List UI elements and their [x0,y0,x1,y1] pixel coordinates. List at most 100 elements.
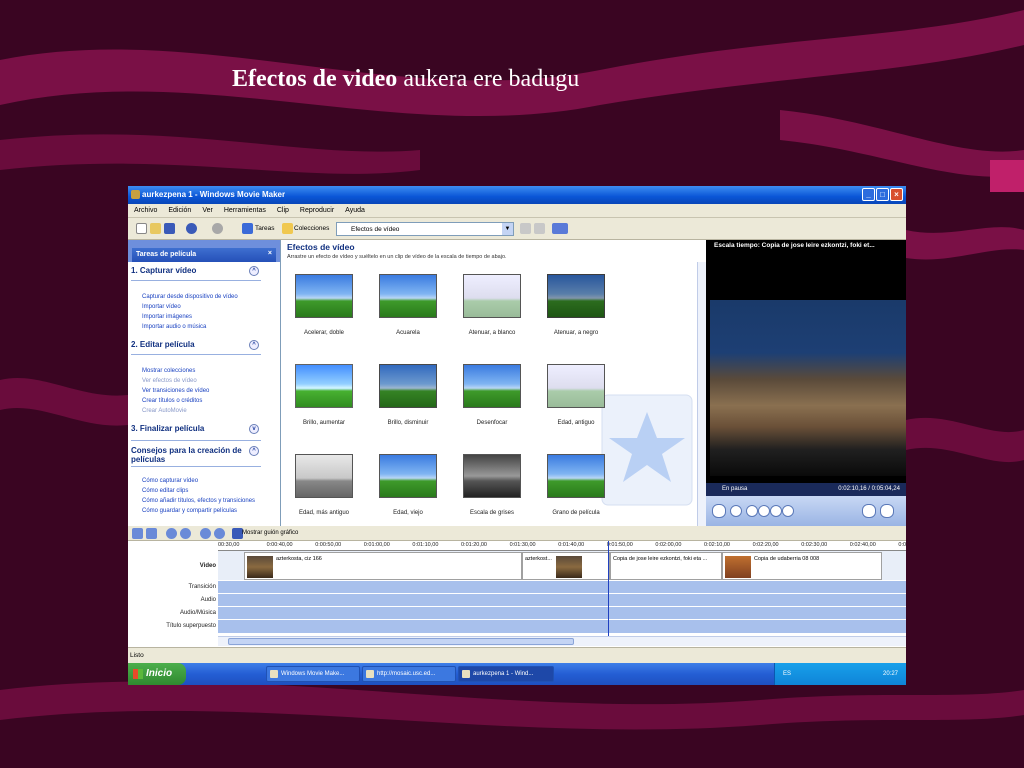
tasks-icon[interactable] [242,223,253,234]
play-timeline-icon[interactable] [214,528,225,539]
preview-time: 0:02:10,16 / 0:05:04,24 [838,486,900,492]
link-show-collections[interactable]: Mostrar colecciones [142,368,195,374]
effect-thumb-age-oldest[interactable] [379,454,437,498]
effect-thumb-speed-double[interactable] [295,274,353,318]
menu-archivo[interactable]: Archivo [128,204,162,214]
music-track[interactable] [218,607,906,620]
collapse-icon[interactable]: ^ [249,340,259,350]
link-how-edit[interactable]: Cómo editar clips [142,488,188,494]
effect-thumb-age-older[interactable] [295,454,353,498]
rewind-icon[interactable] [758,505,770,517]
effect-thumb-grayscale[interactable] [463,454,521,498]
link-automovie[interactable]: Crear AutoMovie [142,408,187,414]
effect-thumb-brightness-up[interactable] [295,364,353,408]
link-how-save[interactable]: Cómo guardar y compartir películas [142,508,237,514]
minimize-button[interactable]: _ [862,188,875,201]
collapse-icon[interactable]: ^ [249,266,259,276]
ruler-tick: 0:02:20,00 [752,542,779,548]
new-folder-icon[interactable] [534,223,545,234]
maximize-button[interactable]: □ [876,188,889,201]
effect-thumb-brightness-down[interactable] [379,364,437,408]
video-track[interactable]: azterkosta, ciz 166 azterkost... Copia d… [218,551,906,581]
stop-icon[interactable] [730,505,742,517]
save-icon[interactable] [164,223,175,234]
taskbar-item-browser[interactable]: http://mosaic.usc.ed... [362,666,456,682]
effect-thumb-film-grain[interactable] [547,454,605,498]
link-create-titles[interactable]: Crear títulos o créditos [142,398,202,404]
playhead[interactable] [608,541,609,636]
rewind-timeline-icon[interactable] [200,528,211,539]
expand-icon[interactable]: v [249,424,259,434]
section-tips[interactable]: Consejos para la creación de películas ^ [131,446,259,464]
link-view-effects[interactable]: Ver efectos de vídeo [142,378,197,384]
zoom-out-icon[interactable] [180,528,191,539]
scrollbar-thumb[interactable] [228,638,574,645]
task-label: http://mosaic.usc.ed... [377,671,436,677]
forward-icon[interactable] [770,505,782,517]
section-capture[interactable]: 1. Capturar vídeo ^ [131,266,259,276]
show-storyboard-button[interactable]: Mostrar guión gráfico [242,530,298,536]
movie-maker-window: aurkezpena 1 - Windows Movie Maker _ □ ×… [128,186,906,685]
narrate-icon[interactable] [146,528,157,539]
chevron-down-icon[interactable]: ▼ [502,223,513,235]
clock: 20:27 [882,671,898,677]
new-icon[interactable] [136,223,147,234]
up-icon[interactable] [520,223,531,234]
timeline-clip[interactable]: azterkost... [522,552,610,580]
timeline-clip[interactable]: azterkosta, ciz 166 [244,552,522,580]
timeline-clip[interactable]: Copia de udaberria 08 008 [722,552,882,580]
timeline-scrollbar[interactable] [218,636,906,646]
zoom-in-icon[interactable] [166,528,177,539]
tasks-button[interactable]: Tareas [255,225,275,232]
effect-thumb-blur[interactable] [463,364,521,408]
split-clip-icon[interactable] [862,504,876,518]
effect-label: Brillo, aumentar [302,420,346,426]
section-finish[interactable]: 3. Finalizar película v [131,424,259,434]
timeline-clip[interactable]: Copia de jose leire ezkontzi, foki eta .… [610,552,722,580]
collapse-icon[interactable]: ^ [249,446,259,456]
menu-clip[interactable]: Clip [271,204,294,214]
next-frame-icon[interactable] [782,505,794,517]
link-how-titles[interactable]: Cómo añadir títulos, efectos y transicio… [142,498,255,504]
link-how-capture[interactable]: Cómo capturar vídeo [142,478,198,484]
menu-ver[interactable]: Ver [196,204,218,214]
close-icon[interactable]: × [268,250,272,257]
effect-thumb-fade-white[interactable] [463,274,521,318]
link-capture-device[interactable]: Capturar desde dispositivo de vídeo [142,294,238,300]
menu-ayuda[interactable]: Ayuda [339,204,370,214]
section-edit[interactable]: 2. Editar película ^ [131,340,259,350]
previous-frame-icon[interactable] [746,505,758,517]
effect-thumb-fade-black[interactable] [547,274,605,318]
audio-track[interactable] [218,594,906,607]
collections-combo[interactable]: Efectos de vídeo ▼ [336,222,514,236]
redo-icon[interactable] [212,223,223,234]
link-import-audio[interactable]: Importar audio o música [142,324,206,330]
language-indicator[interactable]: ES [783,671,791,677]
close-button[interactable]: × [890,188,903,201]
storyboard-icon[interactable] [132,528,143,539]
link-import-images[interactable]: Importar imágenes [142,314,192,320]
open-icon[interactable] [150,223,161,234]
menu-herramientas[interactable]: Herramientas [218,204,271,214]
start-button[interactable]: Inicio [128,663,186,685]
tasks-header-label: Tareas de película [136,251,197,258]
title-overlay-track[interactable] [218,620,906,634]
menu-reproducir[interactable]: Reproducir [294,204,339,214]
link-view-transitions[interactable]: Ver transiciones de vídeo [142,388,209,394]
taskbar-item-moviemaker[interactable]: Windows Movie Make... [266,666,360,682]
effect-thumb-age-old[interactable] [547,364,605,408]
collections-icon[interactable] [282,223,293,234]
taskbar-item-presentation[interactable]: aurkezpena 1 - Wind... [458,666,554,682]
snapshot-icon[interactable] [880,504,894,518]
play-icon[interactable] [712,504,726,518]
effect-thumb-watercolor[interactable] [379,274,437,318]
effects-scrollbar[interactable] [697,262,706,526]
collections-button[interactable]: Colecciones [294,225,329,232]
views-icon[interactable] [552,223,568,234]
undo-icon[interactable] [186,223,197,234]
section-finish-title: 3. Finalizar película [131,424,205,433]
link-import-video[interactable]: Importar vídeo [142,304,181,310]
menu-edicion[interactable]: Edición [162,204,196,214]
transition-track[interactable] [218,581,906,594]
timeline-toolbar: Mostrar guión gráfico [128,526,906,541]
